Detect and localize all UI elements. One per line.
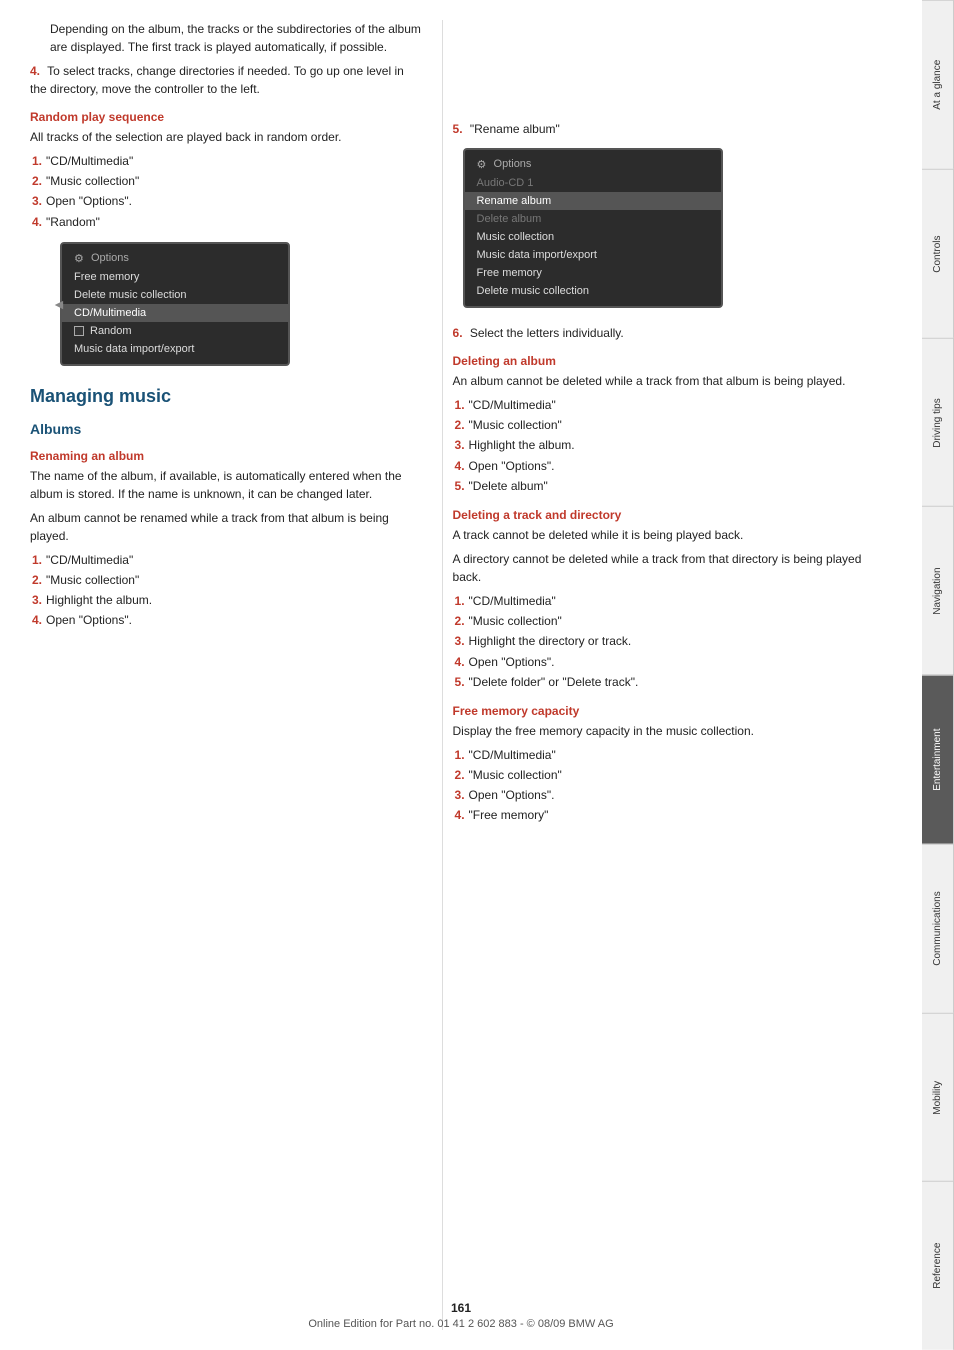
tab-navigation[interactable]: Navigation <box>922 506 954 675</box>
del-track-step-3: 3.Highlight the directory or track. <box>453 632 892 651</box>
footer-text: Online Edition for Part no. 01 41 2 602 … <box>0 1318 922 1330</box>
random-steps-list: 1."CD/Multimedia" 2."Music collection" 3… <box>30 152 422 232</box>
deleting-track-body1: A track cannot be deleted while it is be… <box>453 526 892 544</box>
random-step-4: 4."Random" <box>30 213 422 232</box>
renaming-step-2: 2."Music collection" <box>30 571 422 590</box>
menu-music-import-export: Music data import/export <box>465 246 721 264</box>
renaming-step-1: 1."CD/Multimedia" <box>30 551 422 570</box>
renaming-body1: The name of the album, if available, is … <box>30 467 422 503</box>
del-track-step-4: 4.Open "Options". <box>453 653 892 672</box>
menu-rename-album: Rename album <box>465 192 721 210</box>
menu-delete-album: Delete album <box>465 210 721 228</box>
tab-reference[interactable]: Reference <box>922 1181 954 1350</box>
tab-communications[interactable]: Communications <box>922 844 954 1013</box>
deleting-album-title: Deleting an album <box>453 354 892 368</box>
gear-icon: ⚙ <box>74 252 86 264</box>
page-footer: 161 Online Edition for Part no. 01 41 2 … <box>0 1301 922 1330</box>
random-sequence-title: Random play sequence <box>30 110 422 124</box>
deleting-track-body2: A directory cannot be deleted while a tr… <box>453 550 892 586</box>
deleting-track-title: Deleting a track and directory <box>453 508 892 522</box>
menu-header-left: ⚙ Options <box>62 250 288 268</box>
menu-audio-cd: Audio-CD 1 <box>465 174 721 192</box>
tab-entertainment[interactable]: Entertainment <box>922 675 954 844</box>
menu-music-collection: Music collection <box>465 228 721 246</box>
del-track-step-1: 1."CD/Multimedia" <box>453 592 892 611</box>
random-menu-screenshot: ◄ ⚙ Options Free memory Delete music col… <box>60 242 290 366</box>
renaming-steps-list: 1."CD/Multimedia" 2."Music collection" 3… <box>30 551 422 631</box>
tab-at-a-glance[interactable]: At a glance <box>922 0 954 169</box>
albums-title: Albums <box>30 421 422 437</box>
random-step-1: 1."CD/Multimedia" <box>30 152 422 171</box>
free-memory-steps: 1."CD/Multimedia" 2."Music collection" 3… <box>453 746 892 826</box>
random-checkbox <box>74 326 84 336</box>
left-arrow-indicator: ◄ <box>52 296 66 312</box>
page-number: 161 <box>0 1301 922 1315</box>
del-album-step-4: 4.Open "Options". <box>453 457 892 476</box>
deleting-album-body: An album cannot be deleted while a track… <box>453 372 892 390</box>
gear-icon-right: ⚙ <box>477 158 489 170</box>
free-memory-body: Display the free memory capacity in the … <box>453 722 892 740</box>
menu-delete-music-right: Delete music collection <box>465 282 721 300</box>
del-album-step-3: 3.Highlight the album. <box>453 436 892 455</box>
menu-header-right: ⚙ Options <box>465 156 721 174</box>
menu-item-delete-music: Delete music collection <box>62 286 288 304</box>
del-track-step-2: 2."Music collection" <box>453 612 892 631</box>
intro-text: Depending on the album, the tracks or th… <box>50 20 422 56</box>
random-sequence-body: All tracks of the selection are played b… <box>30 128 422 146</box>
del-album-step-5: 5."Delete album" <box>453 477 892 496</box>
rename-step5: 5. "Rename album" <box>453 120 892 138</box>
renaming-step-4: 4.Open "Options". <box>30 611 422 630</box>
random-step-2: 2."Music collection" <box>30 172 422 191</box>
del-track-step-5: 5."Delete folder" or "Delete track". <box>453 673 892 692</box>
tab-controls[interactable]: Controls <box>922 169 954 338</box>
renaming-body2: An album cannot be renamed while a track… <box>30 509 422 545</box>
menu-item-free-memory: Free memory <box>62 268 288 286</box>
menu-item-music-import: Music data import/export <box>62 340 288 358</box>
menu-item-random: Random <box>62 322 288 340</box>
free-mem-step-4: 4."Free memory" <box>453 806 892 825</box>
rename-menu-screenshot: ⚙ Options Audio-CD 1 Rename album Delete… <box>463 148 723 308</box>
free-mem-step-2: 2."Music collection" <box>453 766 892 785</box>
free-memory-title: Free memory capacity <box>453 704 892 718</box>
menu-item-cd-multimedia: CD/Multimedia <box>62 304 288 322</box>
del-album-step-1: 1."CD/Multimedia" <box>453 396 892 415</box>
step6: 6. Select the letters individually. <box>453 324 892 342</box>
renaming-album-title: Renaming an album <box>30 449 422 463</box>
menu-free-memory-right: Free memory <box>465 264 721 282</box>
managing-music-title: Managing music <box>30 386 422 407</box>
free-mem-step-3: 3.Open "Options". <box>453 786 892 805</box>
random-step-3: 3.Open "Options". <box>30 192 422 211</box>
step4-text: 4. To select tracks, change directories … <box>30 62 422 98</box>
sidebar-tabs: At a glance Controls Driving tips Naviga… <box>922 0 954 1350</box>
tab-mobility[interactable]: Mobility <box>922 1013 954 1182</box>
del-album-step-2: 2."Music collection" <box>453 416 892 435</box>
deleting-album-steps: 1."CD/Multimedia" 2."Music collection" 3… <box>453 396 892 496</box>
deleting-track-steps: 1."CD/Multimedia" 2."Music collection" 3… <box>453 592 892 692</box>
tab-driving-tips[interactable]: Driving tips <box>922 338 954 507</box>
renaming-step-3: 3.Highlight the album. <box>30 591 422 610</box>
free-mem-step-1: 1."CD/Multimedia" <box>453 746 892 765</box>
